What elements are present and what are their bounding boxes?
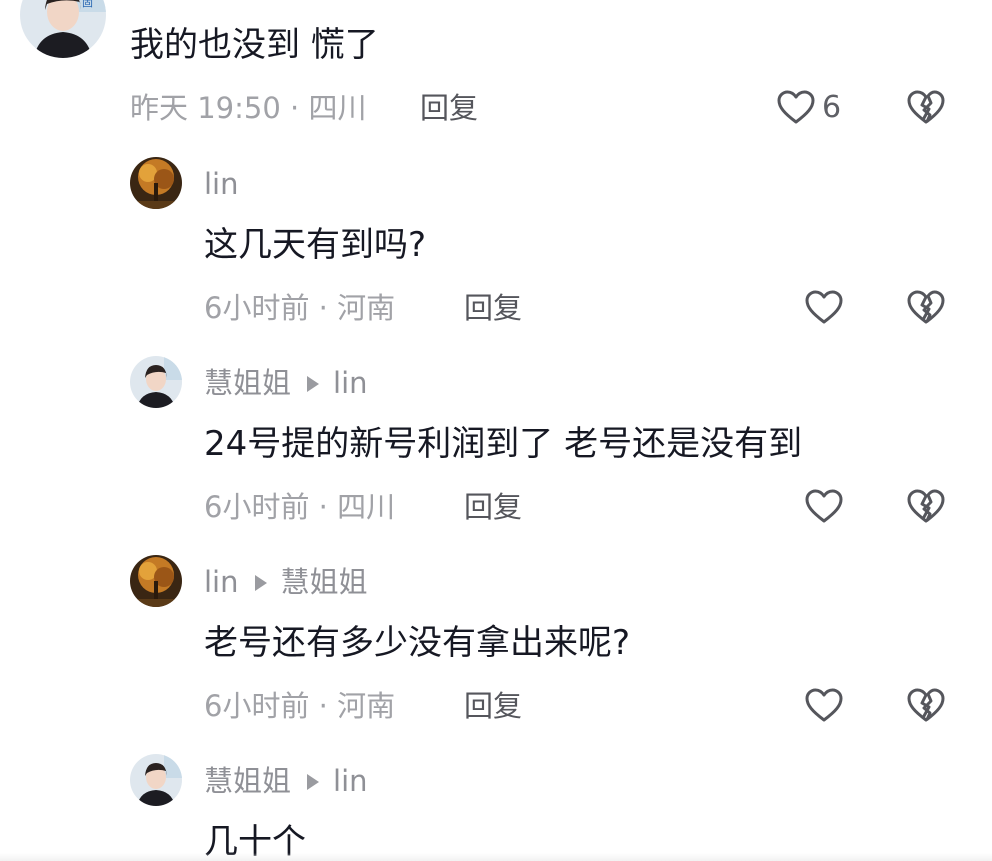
reply-content: 这几天有到吗?: [204, 225, 427, 265]
comment-content: 我的也没到 慌了: [130, 25, 379, 65]
svg-text:固: 固: [82, 0, 93, 9]
heart-outline-icon: [777, 90, 815, 124]
reply-time-location: 6小时前 · 河南: [204, 689, 396, 723]
like-button[interactable]: [804, 686, 844, 726]
reply-author[interactable]: lin: [204, 164, 239, 204]
author-name[interactable]: 慧姐姐: [204, 764, 291, 798]
reply-author[interactable]: 慧姐姐 lin: [204, 761, 368, 801]
reply-to-name[interactable]: 慧姐姐: [281, 565, 368, 599]
avatar[interactable]: 固: [20, 0, 106, 58]
reply-author[interactable]: 慧姐姐 lin: [204, 363, 368, 403]
broken-heart-icon: [907, 688, 945, 722]
comment-time-location: 昨天 19:50 · 四川: [130, 91, 367, 125]
avatar[interactable]: [130, 754, 182, 806]
dislike-button[interactable]: [906, 88, 946, 128]
like-count: 6: [822, 90, 842, 125]
scroll-edge-fade: [0, 853, 992, 861]
avatar[interactable]: [130, 157, 182, 209]
reply-to-arrow-icon: [307, 376, 320, 392]
reply-time-location: 6小时前 · 河南: [204, 291, 396, 325]
author-name[interactable]: lin: [204, 565, 239, 599]
broken-heart-icon: [907, 489, 945, 523]
reply-to-name[interactable]: lin: [333, 764, 368, 798]
dislike-button[interactable]: [906, 288, 946, 328]
heart-outline-icon: [805, 688, 843, 722]
like-button[interactable]: [804, 487, 844, 527]
dislike-button[interactable]: [906, 487, 946, 527]
reply-to-arrow-icon: [307, 774, 320, 790]
dislike-button[interactable]: [906, 686, 946, 726]
reply-content: 24号提的新号利润到了 老号还是没有到: [204, 424, 803, 464]
reply-time-location: 6小时前 · 四川: [204, 490, 396, 524]
avatar[interactable]: [130, 356, 182, 408]
heart-outline-icon: [805, 489, 843, 523]
author-name[interactable]: 慧姐姐: [204, 366, 291, 400]
like-button[interactable]: 6: [776, 88, 841, 128]
comment-thread: 固 我的也没到 慌了 昨天 19:50 · 四川 回复 6 lin 这几天有到吗…: [0, 0, 992, 861]
reply-author[interactable]: lin 慧姐姐: [204, 562, 368, 602]
reply-to-name[interactable]: lin: [333, 366, 368, 400]
reply-button[interactable]: 回复: [464, 686, 522, 726]
reply-content: 老号还有多少没有拿出来呢?: [204, 623, 631, 663]
like-button[interactable]: [804, 288, 844, 328]
heart-outline-icon: [805, 290, 843, 324]
reply-button[interactable]: 回复: [420, 88, 478, 128]
reply-button[interactable]: 回复: [464, 288, 522, 328]
avatar[interactable]: [130, 555, 182, 607]
reply-to-arrow-icon: [254, 575, 267, 591]
reply-button[interactable]: 回复: [464, 487, 522, 527]
author-name[interactable]: lin: [204, 167, 239, 201]
broken-heart-icon: [907, 290, 945, 324]
broken-heart-icon: [907, 90, 945, 124]
